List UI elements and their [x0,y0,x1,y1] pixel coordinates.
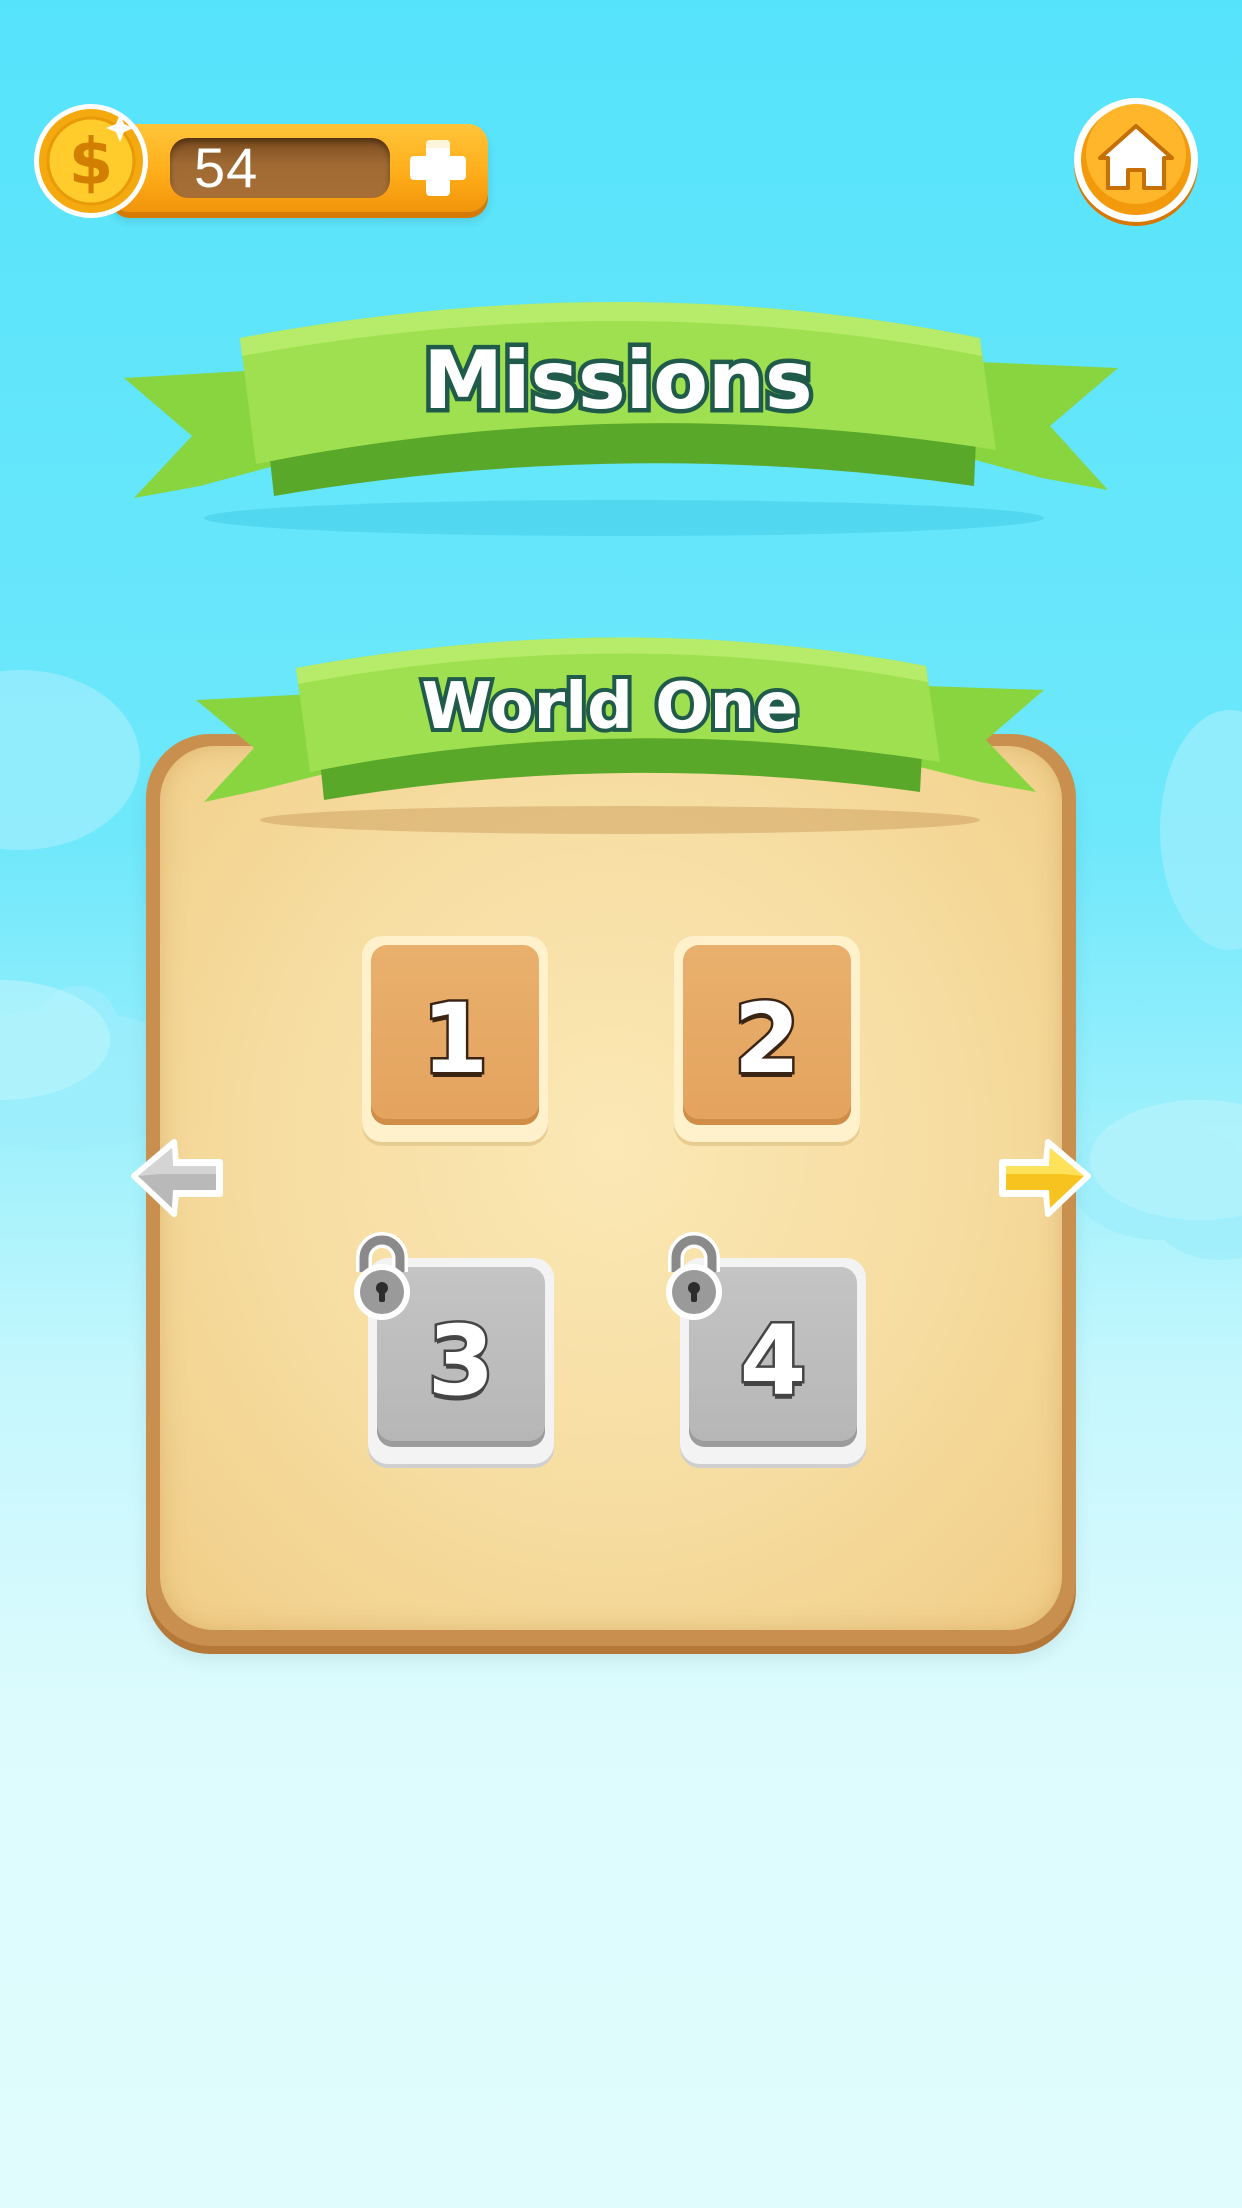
level-2-button[interactable]: 2 [674,936,860,1142]
world-banner: World One [196,637,1044,834]
level-2-number: 2 [731,981,803,1098]
lock-icon [354,1232,410,1320]
svg-text:$: $ [69,126,114,200]
world-title: World One [421,670,798,744]
arrow-left-icon[interactable] [130,1138,226,1218]
dollar-coin-icon: $ [34,104,148,218]
coin-counter: 54 [110,124,488,212]
level-1-button[interactable]: 1 [362,936,548,1142]
level-1-number: 1 [419,981,491,1098]
coin-count: 54 [194,136,259,199]
plus-icon[interactable] [404,134,472,202]
home-button[interactable] [1072,98,1200,226]
world-panel [146,734,1076,1646]
world-panel-inner [160,746,1062,1630]
missions-title: Missions [423,334,812,427]
missions-banner: Missions [124,302,1118,536]
level-3-button[interactable]: 3 [354,1232,554,1464]
arrow-right-icon[interactable] [996,1138,1092,1218]
level-4-button[interactable]: 4 [666,1232,866,1464]
lock-icon [666,1232,722,1320]
